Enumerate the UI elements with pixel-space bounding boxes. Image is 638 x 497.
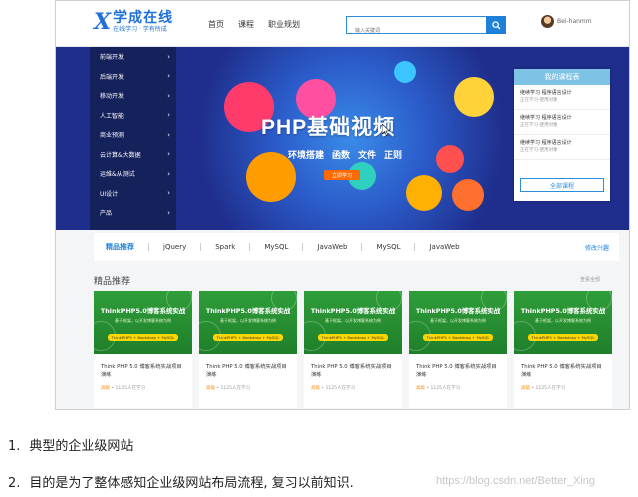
banner-headline: PHP基础视频	[261, 116, 396, 139]
course-title: Think PHP 5.0 博客系统实战项目演练	[311, 364, 392, 378]
chevron-right-icon: ›	[167, 72, 170, 81]
course-card[interactable]: ThinkPHP5.0博客系统实战 基于框架，以开发博客系统为例 ThinkPH…	[514, 291, 612, 408]
banner-subline: 环境搭建 函数 文件 正则	[288, 151, 403, 161]
sidebar-item-product[interactable]: 产品 ›	[90, 203, 176, 223]
course-meta: 高级 • 1125人在学习	[101, 386, 145, 391]
logo-slogan: 在线学习 · 学有所成	[113, 26, 167, 33]
category-sidebar: 前端开发 › 后端开发 › 移动开发 › 人工智能 › 商业预测 › 云计算&大数据 › 运…	[90, 47, 176, 230]
sidebar-item-frontend[interactable]: 前端开发 ›	[90, 47, 176, 67]
sidebar-item-backend[interactable]: 后端开发 ›	[90, 67, 176, 87]
tab-javaweb[interactable]: JavaWeb	[303, 243, 361, 251]
learn-now-button[interactable]: 立即学习	[324, 170, 360, 180]
sidebar-item-ops[interactable]: 运维&从测试 ›	[90, 164, 176, 184]
chevron-right-icon: ›	[167, 208, 170, 217]
course-meta: 高级 • 1125人在学习	[521, 386, 565, 391]
main-nav: 首页 课程 职业规划	[208, 19, 300, 30]
course-cards: ThinkPHP5.0博客系统实战 基于框架，以开发博客系统为例 ThinkPH…	[94, 291, 612, 408]
course-item[interactable]: 继续学习 程序语言设计 正在学习-使用对象	[514, 135, 610, 160]
section-title: 精品推荐	[94, 277, 131, 287]
chevron-right-icon: ›	[167, 111, 170, 120]
panel-title: 我的课程表	[514, 69, 610, 85]
course-title: Think PHP 5.0 博客系统实战项目演练	[206, 364, 287, 378]
course-title: Think PHP 5.0 博客系统实战项目演练	[101, 364, 182, 378]
search-button[interactable]	[486, 16, 506, 34]
watermark: https://blog.csdn.net/Better_Xing	[436, 475, 595, 487]
tab-mysql[interactable]: MySQL	[250, 243, 302, 251]
tab-recommended[interactable]: 精品推荐	[106, 242, 148, 252]
avatar	[541, 15, 554, 28]
course-card[interactable]: ThinkPHP5.0博客系统实战 基于框架，以开发博客系统为例 ThinkPH…	[304, 291, 402, 408]
search-icon	[491, 20, 501, 30]
mouse-cursor-icon	[382, 124, 391, 136]
course-item[interactable]: 继续学习 程序语言设计 正在学习-使用对象	[514, 85, 610, 110]
sidebar-item-ui[interactable]: UI设计 ›	[90, 184, 176, 204]
tab-mysql-2[interactable]: MySQL	[362, 243, 414, 251]
note-1: 1. 典型的企业级网站	[8, 439, 134, 454]
course-card[interactable]: ThinkPHP5.0博客系统实战 基于框架，以开发博客系统为例 ThinkPH…	[199, 291, 297, 408]
nav-courses[interactable]: 课程	[238, 19, 254, 30]
logo-mark: X	[94, 9, 112, 35]
chevron-right-icon: ›	[167, 91, 170, 100]
course-thumbnail: ThinkPHP5.0博客系统实战 基于框架，以开发博客系统为例 ThinkPH…	[409, 291, 507, 354]
tab-spark[interactable]: Spark	[201, 243, 249, 251]
nav-career[interactable]: 职业规划	[268, 19, 300, 30]
course-thumbnail: ThinkPHP5.0博客系统实战 基于框架，以开发博客系统为例 ThinkPH…	[304, 291, 402, 354]
tab-javaweb-2[interactable]: JavaWeb	[415, 243, 473, 251]
chevron-right-icon: ›	[167, 189, 170, 198]
logo-name: 学成在线	[113, 10, 174, 26]
site-header: X 学成在线 在线学习 · 学有所成 首页 课程 职业规划 Bei-hanmm	[56, 1, 629, 47]
course-thumbnail: ThinkPHP5.0博客系统实战 基于框架，以开发博客系统为例 ThinkPH…	[94, 291, 192, 354]
category-tabs: 精品推荐 jQuery Spark MySQL JavaWeb MySQL Ja…	[94, 233, 619, 261]
sidebar-item-cloud[interactable]: 云计算&大数据 ›	[90, 145, 176, 165]
sidebar-item-mobile[interactable]: 移动开发 ›	[90, 86, 176, 106]
sidebar-item-business[interactable]: 商业预测 ›	[90, 125, 176, 145]
course-title: Think PHP 5.0 博客系统实战项目演练	[416, 364, 497, 378]
course-meta: 高级 • 1125人在学习	[416, 386, 460, 391]
all-courses-button[interactable]: 全部课程	[520, 178, 604, 192]
view-all-link[interactable]: 查看全部	[580, 276, 600, 283]
sidebar-item-ai[interactable]: 人工智能 ›	[90, 106, 176, 126]
chevron-right-icon: ›	[167, 52, 170, 61]
hero-banner[interactable]: 前端开发 › 后端开发 › 移动开发 › 人工智能 › 商业预测 › 云计算&大数据 › 运…	[56, 47, 629, 230]
chevron-right-icon: ›	[167, 150, 170, 159]
username: Bei-hanmm	[557, 18, 592, 25]
course-thumbnail: ThinkPHP5.0博客系统实战 基于框架，以开发博客系统为例 ThinkPH…	[199, 291, 297, 354]
course-card[interactable]: ThinkPHP5.0博客系统实战 基于框架，以开发博客系统为例 ThinkPH…	[409, 291, 507, 408]
course-meta: 高级 • 1125人在学习	[311, 386, 355, 391]
user-menu[interactable]: Bei-hanmm	[541, 15, 592, 28]
edit-interests-link[interactable]: 修改兴趣	[585, 243, 609, 252]
search-box	[346, 16, 506, 39]
tab-jquery[interactable]: jQuery	[149, 243, 200, 251]
nav-home[interactable]: 首页	[208, 19, 224, 30]
chevron-right-icon: ›	[167, 169, 170, 178]
search-input[interactable]	[347, 23, 487, 39]
website-screenshot: X 学成在线 在线学习 · 学有所成 首页 课程 职业规划 Bei-hanmm	[55, 0, 630, 410]
course-meta: 高级 • 1125人在学习	[206, 386, 250, 391]
my-course-panel: 我的课程表 继续学习 程序语言设计 正在学习-使用对象 继续学习 程序语言设计 …	[514, 69, 610, 201]
course-card[interactable]: ThinkPHP5.0博客系统实战 基于框架，以开发博客系统为例 ThinkPH…	[94, 291, 192, 408]
note-2: 2. 目的是为了整体感知企业级网站布局流程, 复习以前知识.	[8, 476, 354, 491]
course-title: Think PHP 5.0 博客系统实战项目演练	[521, 364, 602, 378]
course-item[interactable]: 继续学习 程序语言设计 正在学习-使用对象	[514, 110, 610, 135]
chevron-right-icon: ›	[167, 130, 170, 139]
course-thumbnail: ThinkPHP5.0博客系统实战 基于框架，以开发博客系统为例 ThinkPH…	[514, 291, 612, 354]
site-logo[interactable]: X 学成在线 在线学习 · 学有所成	[94, 11, 173, 34]
